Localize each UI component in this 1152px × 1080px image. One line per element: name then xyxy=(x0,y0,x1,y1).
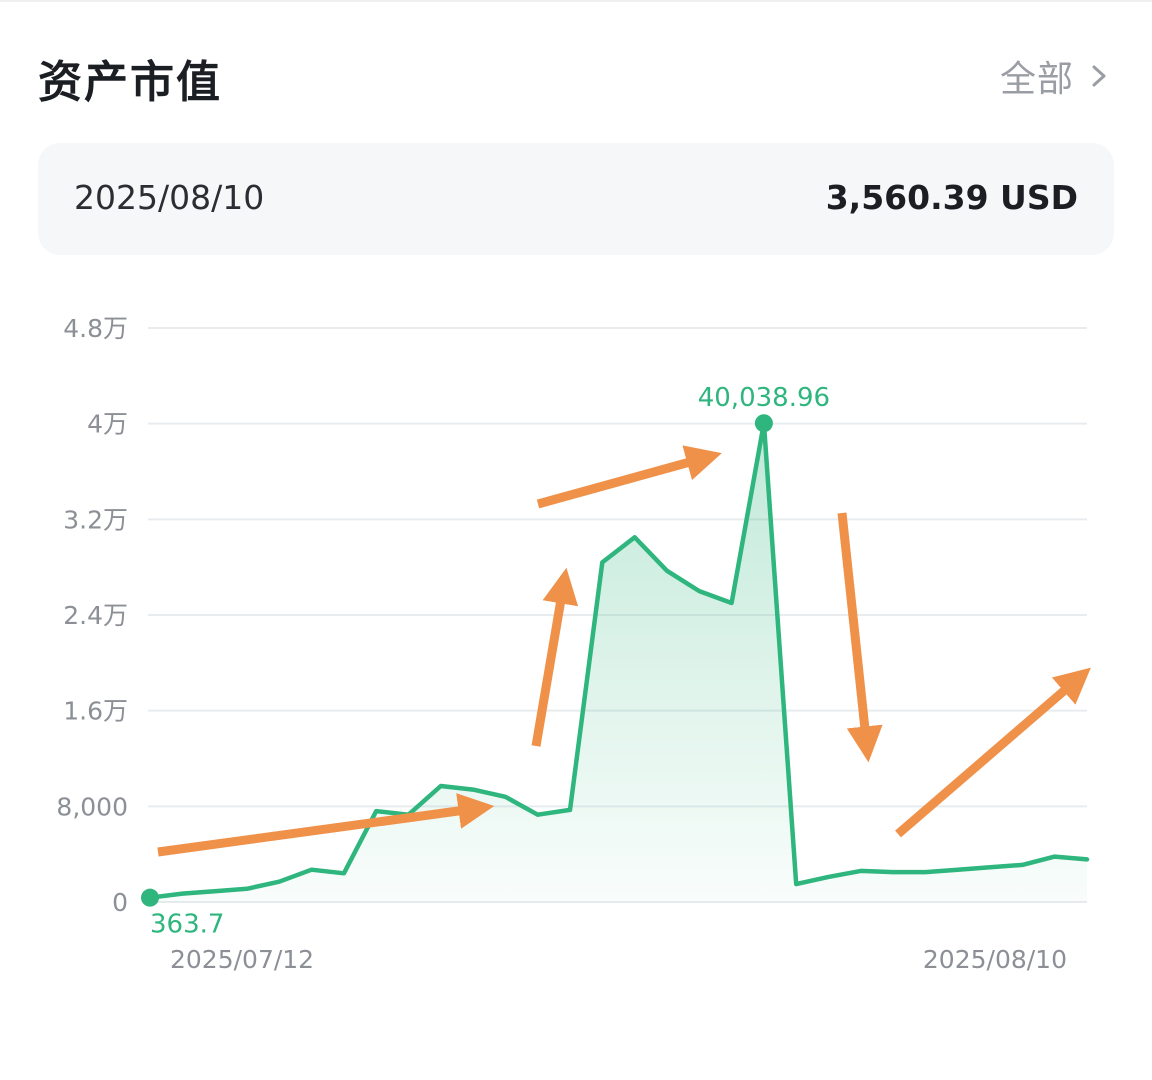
data-point xyxy=(987,864,993,870)
data-point xyxy=(826,874,832,880)
y-tick-label: 1.6万 xyxy=(63,697,128,726)
data-point xyxy=(890,869,896,875)
y-tick-label: 2.4万 xyxy=(63,601,128,630)
y-tick-label: 8,000 xyxy=(56,792,128,821)
selected-point-summary: 2025/08/10 3,560.39 USD xyxy=(38,143,1114,255)
data-point xyxy=(793,881,799,887)
data-point xyxy=(567,807,573,813)
data-point xyxy=(244,886,250,892)
y-tick-label: 4.8万 xyxy=(63,314,128,343)
data-point xyxy=(599,559,605,565)
y-axis-ticks: 0 8,000 1.6万 2.4万 3.2万 4万 4.8万 xyxy=(56,314,128,917)
x-axis-ticks: 2025/07/12 2025/08/10 xyxy=(170,945,1067,974)
data-point xyxy=(373,808,379,814)
data-point xyxy=(179,891,185,897)
y-tick-label: 3.2万 xyxy=(63,505,128,534)
min-value-label: 363.7 xyxy=(150,910,224,940)
asset-value-chart[interactable]: 08,0001.6万2.4万3.2万4万4.8万 2025/07/12 2025/… xyxy=(0,280,1152,1000)
data-point xyxy=(664,568,670,574)
data-point xyxy=(1052,854,1058,860)
min-point-marker xyxy=(141,888,159,907)
selected-date: 2025/08/10 xyxy=(74,178,265,217)
x-tick-label: 2025/07/12 xyxy=(170,945,314,974)
data-point xyxy=(1084,856,1090,862)
trend-arrow-4 xyxy=(837,512,883,763)
data-point xyxy=(1019,862,1025,868)
data-point xyxy=(212,888,218,894)
view-all-link[interactable]: 全部 xyxy=(1000,48,1110,104)
data-point xyxy=(729,600,735,606)
y-tick-label: 4万 xyxy=(87,410,128,439)
trend-arrow-2 xyxy=(531,567,579,747)
asset-value-header: 资产市值 全部 xyxy=(38,40,1118,120)
y-tick-label: 0 xyxy=(112,888,128,917)
data-point xyxy=(922,869,928,875)
top-divider xyxy=(0,0,1152,2)
chevron-right-icon xyxy=(1092,65,1106,87)
max-value-label: 40,038.96 xyxy=(698,383,830,413)
data-point xyxy=(341,870,347,876)
data-point xyxy=(502,794,508,800)
x-tick-label: 2025/08/10 xyxy=(923,945,1067,974)
data-point xyxy=(438,783,444,789)
view-all-label: 全部 xyxy=(999,59,1074,100)
data-point xyxy=(535,812,541,818)
selected-value: 3,560.39 USD xyxy=(825,178,1078,217)
data-point xyxy=(470,787,476,793)
data-point xyxy=(632,534,638,540)
data-point xyxy=(309,867,315,873)
trend-arrow-5 xyxy=(895,667,1091,838)
page-title: 资产市值 xyxy=(38,57,222,108)
trend-arrow-3 xyxy=(536,445,722,509)
max-point-marker xyxy=(754,414,773,433)
data-point xyxy=(276,879,282,885)
data-point xyxy=(696,588,702,594)
data-point xyxy=(858,868,864,874)
data-point xyxy=(955,867,961,873)
